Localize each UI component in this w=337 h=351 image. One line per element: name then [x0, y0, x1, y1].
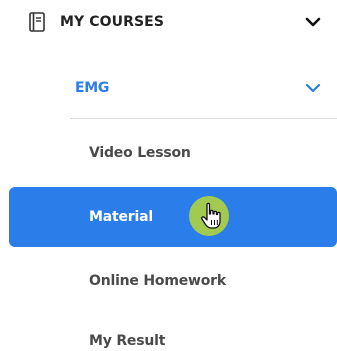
- menu-item-material[interactable]: Material: [9, 187, 337, 247]
- menu-item-label: My Result: [89, 333, 166, 349]
- my-courses-label: MY COURSES: [60, 14, 164, 30]
- menu-item-online-homework[interactable]: Online Homework: [0, 261, 337, 301]
- menu-item-label: Video Lesson: [89, 145, 191, 161]
- course-emg-label: EMG: [75, 80, 110, 96]
- divider: [70, 118, 337, 119]
- menu-item-label: Material: [89, 209, 153, 225]
- my-courses-header[interactable]: MY COURSES: [0, 0, 337, 44]
- hand-pointer-icon: [201, 202, 221, 229]
- course-emg-header[interactable]: EMG: [0, 68, 337, 108]
- book-icon: [29, 12, 45, 32]
- menu-item-my-result[interactable]: My Result: [0, 321, 337, 351]
- menu-item-label: Online Homework: [89, 273, 226, 289]
- chevron-down-icon[interactable]: [305, 82, 321, 94]
- chevron-down-icon[interactable]: [305, 16, 321, 28]
- menu-item-video-lesson[interactable]: Video Lesson: [0, 133, 337, 173]
- course-menu: MY COURSES EMG Video Lesson Material Onl…: [0, 0, 337, 351]
